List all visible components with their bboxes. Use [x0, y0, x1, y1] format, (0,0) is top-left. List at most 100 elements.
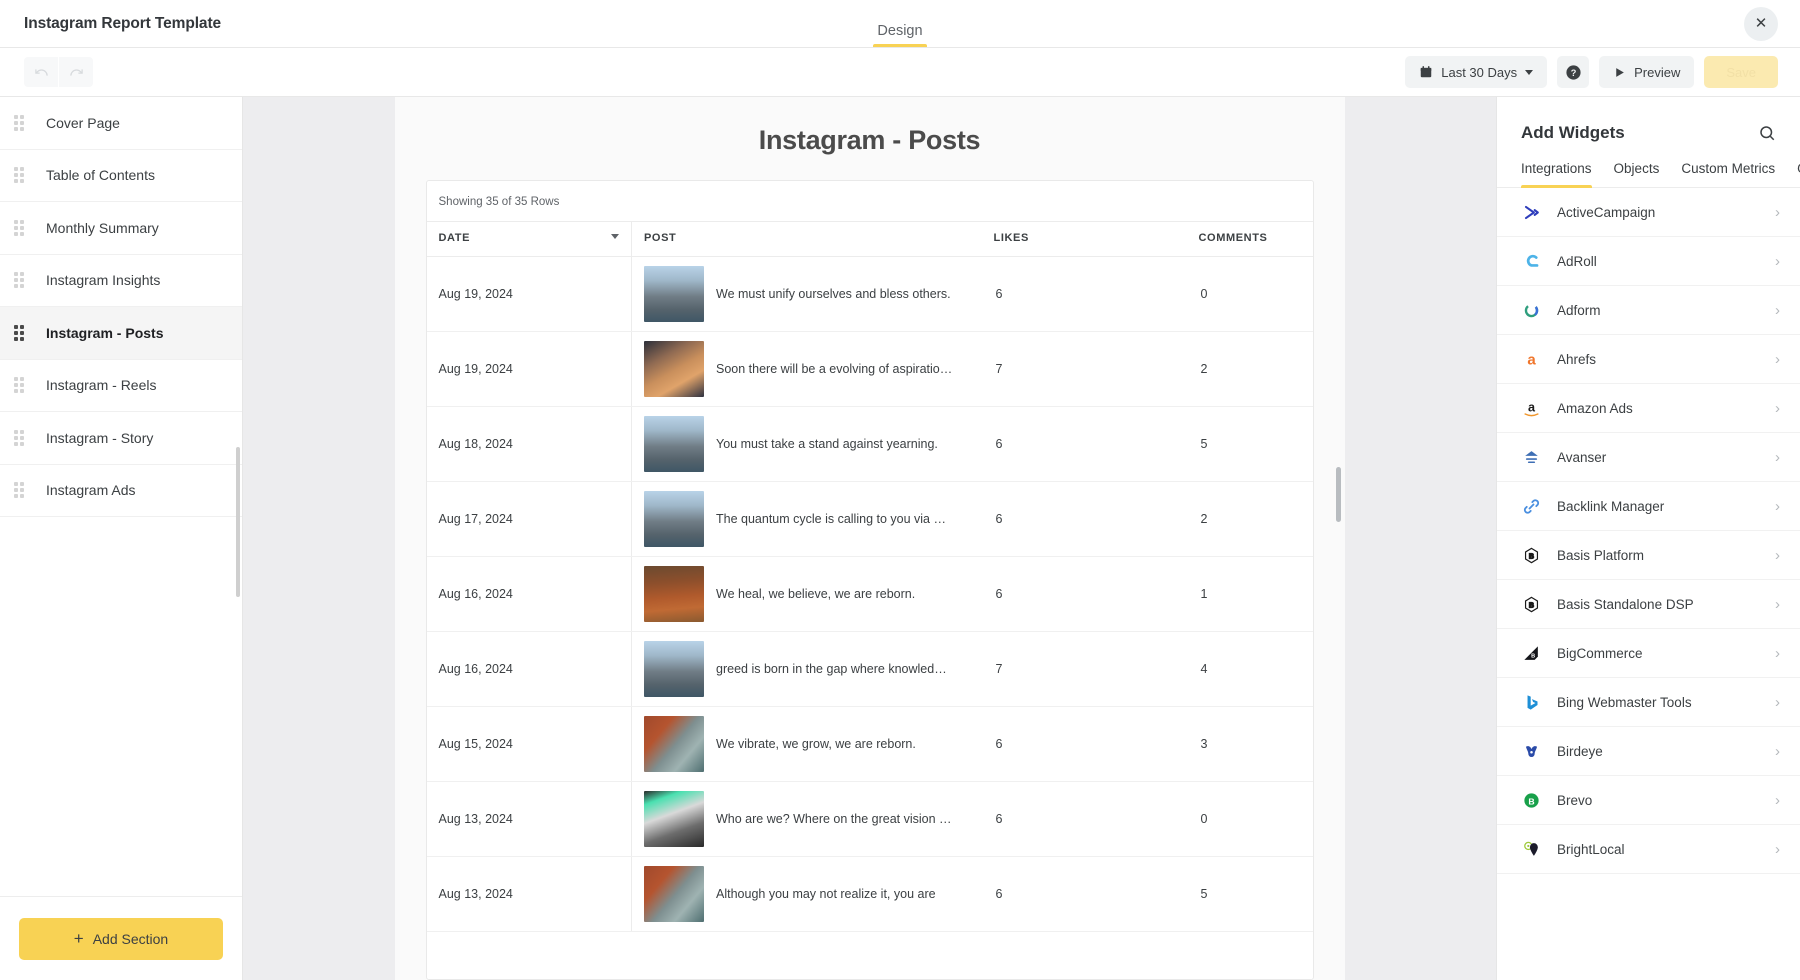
drag-handle-icon[interactable]	[14, 272, 30, 289]
integration-item-activecampaign[interactable]: ActiveCampaign ›	[1497, 188, 1800, 237]
posts-table-widget[interactable]: Showing 35 of 35 Rows DATE POST LIKES CO…	[425, 180, 1314, 980]
table-row: Aug 18, 2024 You must take a stand agains…	[426, 406, 1313, 482]
cell-likes: 6	[981, 256, 1187, 332]
integration-item-backlink-manager[interactable]: Backlink Manager ›	[1497, 482, 1800, 531]
table-row: Aug 16, 2024 greed is born in the gap whe…	[426, 631, 1313, 707]
help-button[interactable]: ?	[1557, 56, 1590, 88]
integration-item-birdeye[interactable]: Birdeye ›	[1497, 727, 1800, 776]
integrations-list: ActiveCampaign › AdRoll › Adform › a Ahrefs › a Am…	[1497, 188, 1800, 980]
preview-button[interactable]: Preview	[1599, 56, 1695, 88]
add-section-button[interactable]: + Add Section	[19, 917, 223, 960]
main-body: Cover Page Table of Contents Monthly Summa…	[0, 97, 1800, 980]
cell-likes: 6	[981, 856, 1187, 932]
post-cell: We vibrate, we grow, we are reborn.	[644, 716, 982, 772]
plus-icon: +	[73, 929, 84, 948]
drag-handle-icon[interactable]	[14, 482, 30, 499]
integration-item-ahrefs[interactable]: a Ahrefs ›	[1497, 335, 1800, 384]
sidebar-item-monthly-summary[interactable]: Monthly Summary	[0, 202, 242, 255]
integration-item-bing-webmaster-tools[interactable]: Bing Webmaster Tools ›	[1497, 678, 1800, 727]
sidebar-item-label: Instagram - Story	[46, 429, 154, 446]
post-thumbnail	[644, 341, 704, 397]
drag-handle-icon[interactable]	[14, 114, 30, 131]
chevron-right-icon: ›	[1775, 840, 1780, 858]
column-header-post[interactable]: POST	[631, 221, 982, 257]
canvas-scrollbar[interactable]	[1335, 467, 1341, 522]
post-caption: greed is born in the gap where knowled…	[716, 662, 947, 676]
integration-name: Basis Platform	[1557, 547, 1645, 563]
undo-button[interactable]	[24, 57, 58, 87]
play-icon	[1616, 67, 1624, 77]
tab-design[interactable]: Design	[863, 23, 936, 47]
drag-handle-icon[interactable]	[14, 219, 30, 236]
sidebar-item-label: Instagram - Posts	[46, 324, 164, 341]
report-builder-app: Instagram Report Template Design ✕ Last …	[0, 0, 1800, 980]
redo-button[interactable]	[59, 57, 93, 87]
bing-webmaster-tools-icon	[1521, 692, 1541, 712]
sidebar-item-instagram-reels[interactable]: Instagram - Reels	[0, 359, 242, 412]
post-cell: You must take a stand against yearning.	[644, 416, 982, 472]
column-header-date[interactable]: DATE	[426, 221, 632, 257]
integration-item-avanser[interactable]: Avanser ›	[1497, 433, 1800, 482]
report-page: Instagram - Posts Showing 35 of 35 Rows …	[394, 97, 1345, 980]
cell-date: Aug 13, 2024	[426, 781, 632, 857]
drag-handle-icon[interactable]	[14, 167, 30, 184]
table-row: Aug 13, 2024 Who are we? Where on the gre…	[426, 781, 1313, 857]
integration-item-bigcommerce[interactable]: B BigCommerce ›	[1497, 629, 1800, 678]
integration-item-adform[interactable]: Adform ›	[1497, 286, 1800, 335]
sidebar-item-cover-page[interactable]: Cover Page	[0, 97, 242, 150]
cell-date: Aug 17, 2024	[426, 481, 632, 557]
sidebar-item-instagram-posts[interactable]: Instagram - Posts	[0, 307, 242, 360]
drag-handle-icon[interactable]	[14, 429, 30, 446]
sidebar-item-label: Cover Page	[46, 114, 120, 131]
integration-name: ActiveCampaign	[1557, 204, 1656, 220]
integration-name: Amazon Ads	[1557, 400, 1633, 416]
drag-handle-icon[interactable]	[14, 377, 30, 394]
post-thumbnail	[644, 266, 704, 322]
integration-item-basis-platform[interactable]: B Basis Platform ›	[1497, 531, 1800, 580]
sidebar-item-instagram-insights[interactable]: Instagram Insights	[0, 254, 242, 307]
report-canvas: Instagram - Posts Showing 35 of 35 Rows …	[243, 97, 1496, 980]
post-caption: The quantum cycle is calling to you via …	[716, 512, 946, 526]
integration-item-basis-standalone-dsp[interactable]: B Basis Standalone DSP ›	[1497, 580, 1800, 629]
sidebar-item-instagram-ads[interactable]: Instagram Ads	[0, 464, 242, 517]
integration-item-brevo[interactable]: B Brevo ›	[1497, 776, 1800, 825]
cell-date: Aug 16, 2024	[426, 631, 632, 707]
column-header-comments[interactable]: COMMENTS	[1186, 221, 1313, 257]
posts-table: DATE POST LIKES COMMENTS Aug 19, 2024 We …	[426, 221, 1313, 932]
chevron-right-icon: ›	[1775, 203, 1780, 221]
post-cell: We must unify ourselves and bless others…	[644, 266, 982, 322]
cell-likes: 7	[981, 631, 1187, 707]
sidebar-item-table-of-contents[interactable]: Table of Contents	[0, 149, 242, 202]
tab-objects[interactable]: Objects	[1614, 161, 1660, 187]
integration-item-adroll[interactable]: AdRoll ›	[1497, 237, 1800, 286]
tab-integrations[interactable]: Integrations	[1521, 161, 1592, 188]
integration-name: Basis Standalone DSP	[1557, 596, 1694, 612]
search-icon[interactable]	[1758, 124, 1776, 142]
sidebar-footer: + Add Section	[0, 896, 242, 980]
cell-likes: 6	[981, 781, 1187, 857]
ahrefs-icon: a	[1521, 349, 1541, 369]
cell-post: The quantum cycle is calling to you via …	[631, 481, 982, 557]
rows-count-label: Showing 35 of 35 Rows	[438, 196, 560, 208]
toolbar: Last 30 Days ? Preview Save	[0, 48, 1800, 97]
drag-handle-icon[interactable]	[14, 324, 30, 341]
close-button[interactable]: ✕	[1744, 6, 1778, 41]
integration-name: Backlink Manager	[1557, 498, 1665, 514]
post-cell: Who are we? Where on the great vision …	[644, 791, 982, 847]
page-title: Instagram Report Template	[24, 14, 222, 32]
integration-item-brightlocal[interactable]: BrightLocal ›	[1497, 825, 1800, 874]
integration-item-amazon-ads[interactable]: a Amazon Ads ›	[1497, 384, 1800, 433]
sections-sidebar: Cover Page Table of Contents Monthly Summa…	[0, 97, 243, 980]
post-thumbnail	[644, 491, 704, 547]
save-button[interactable]: Save	[1704, 56, 1778, 88]
column-header-likes[interactable]: LIKES	[981, 221, 1187, 257]
center-tab-group: Design	[0, 0, 1800, 47]
tab-custom-metrics[interactable]: Custom Metrics	[1681, 161, 1775, 187]
sidebar-item-instagram-story[interactable]: Instagram - Story	[0, 412, 242, 465]
post-caption: Although you may not realize it, you are	[716, 887, 936, 901]
sidebar-scrollbar[interactable]	[236, 447, 240, 597]
cell-comments: 2	[1186, 331, 1313, 407]
cell-post: We must unify ourselves and bless others…	[631, 256, 982, 332]
basis-standalone-dsp-icon: B	[1521, 594, 1541, 614]
date-range-button[interactable]: Last 30 Days	[1405, 56, 1548, 88]
